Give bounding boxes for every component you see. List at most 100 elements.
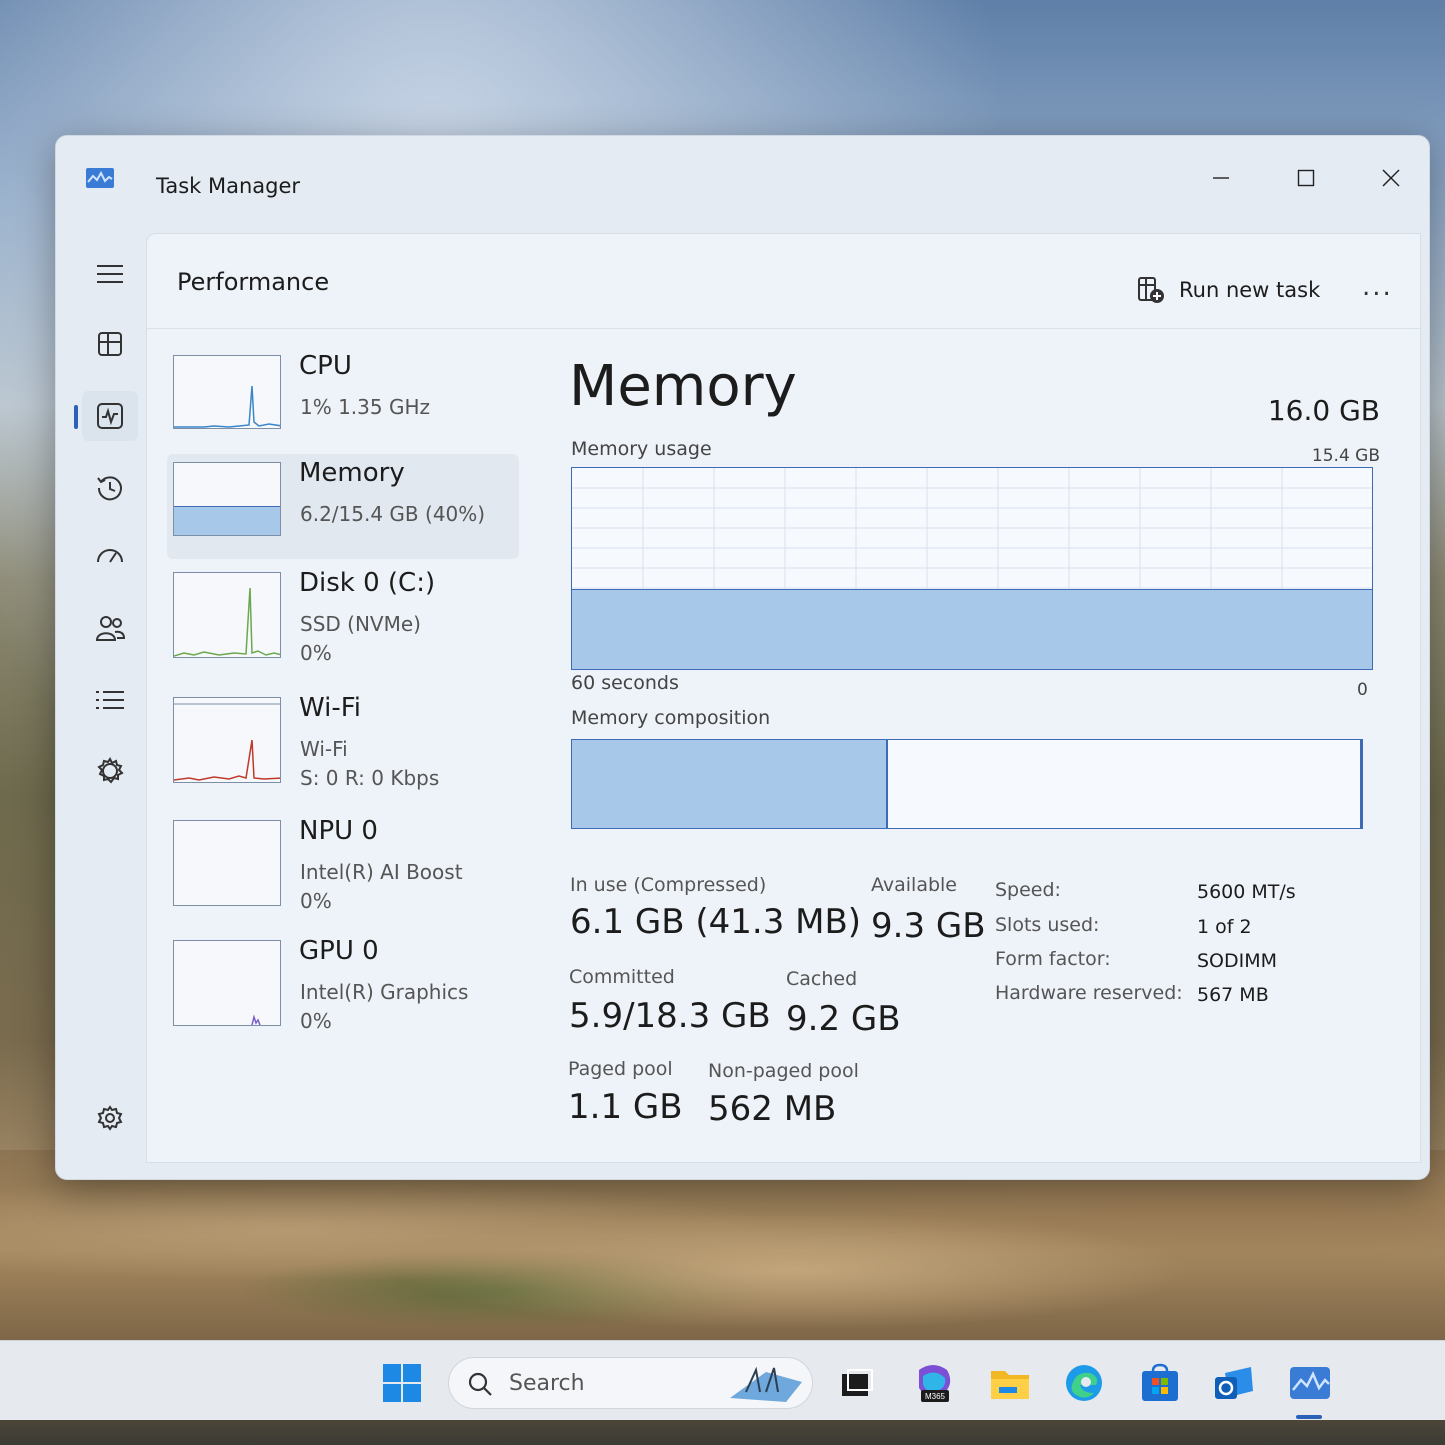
maximize-button[interactable] [1276,158,1336,198]
task-manager-taskbar-icon [1290,1367,1330,1399]
memory-usage-graph [571,467,1373,670]
available-value: 9.3 GB [871,906,986,946]
in-use-label: In use (Compressed) [570,874,767,896]
committed-label: Committed [569,966,675,988]
gpu-sparkline [251,1014,261,1025]
slots-used-value: 1 of 2 [1197,916,1252,938]
maximize-icon [1297,169,1315,187]
close-button[interactable] [1361,158,1421,198]
search-highlight-icon [730,1366,802,1402]
nav-processes[interactable] [82,319,138,369]
resource-disk[interactable]: Disk 0 (C:) SSD (NVMe) 0% [167,564,519,669]
memory-title: Memory [569,354,797,419]
resource-detail: SSD (NVMe) [300,612,421,636]
cached-value: 9.2 GB [786,999,901,1039]
hamburger-menu-icon [97,265,123,283]
file-explorer-icon [991,1371,1029,1399]
resource-detail: Intel(R) AI Boost [300,860,463,884]
wallpaper-cliffs [0,1150,1445,1350]
form-factor-label: Form factor: [995,948,1111,970]
file-explorer-button[interactable] [988,1361,1032,1405]
memory-total: 16.0 GB [1267,394,1380,427]
nav-app-history[interactable] [82,463,138,513]
resource-wifi[interactable]: Wi-Fi Wi-Fi S: 0 R: 0 Kbps [167,689,519,794]
run-new-task-label: Run new task [1179,278,1321,302]
minimize-button[interactable] [1191,158,1251,198]
graph-timespan-label: 60 seconds [571,672,679,694]
title-bar[interactable]: Task Manager [56,136,1429,231]
cpu-sparkline [174,385,280,428]
non-paged-pool-label: Non-paged pool [708,1060,859,1082]
task-view-button[interactable] [835,1361,879,1405]
resource-name: Disk 0 (C:) [299,568,436,598]
memory-thumbnail-fill [174,506,280,535]
resource-usage: 0% [300,641,332,665]
nav-services[interactable] [82,746,138,796]
navigation-rail [74,231,146,1161]
resource-usage: 0% [300,889,332,913]
memory-usage-max: 15.4 GB [1311,446,1380,466]
performance-icon [97,403,123,429]
task-manager-app-icon [86,168,114,188]
resource-npu[interactable]: NPU 0 Intel(R) AI Boost 0% [167,812,519,917]
resource-gpu[interactable]: GPU 0 Intel(R) Graphics 0% [167,932,519,1037]
slots-used-label: Slots used: [995,914,1100,936]
m365-icon: M365 [919,1365,951,1402]
non-paged-pool-value: 562 MB [708,1089,837,1129]
search-icon [468,1372,492,1396]
start-button[interactable] [380,1361,424,1405]
paged-pool-label: Paged pool [568,1058,673,1080]
committed-value: 5.9/18.3 GB [569,996,771,1036]
services-icon [97,757,124,784]
resource-detail: Wi-Fi [300,737,348,761]
performance-page: Performance Run new task ... CPU 1% 1.35… [146,233,1421,1163]
taskbar-search-box[interactable]: Search [448,1357,813,1409]
nav-performance[interactable] [74,391,138,441]
cached-label: Cached [786,968,858,990]
page-header: Performance Run new task ... [147,234,1420,329]
hardware-reserved-value: 567 MB [1197,984,1269,1006]
edge-icon [1066,1365,1102,1401]
outlook-icon [1215,1367,1253,1399]
hamburger-menu-button[interactable] [82,249,138,299]
windows-logo-icon [383,1364,421,1402]
memory-thumbnail-graph [173,462,281,536]
nav-details[interactable] [82,675,138,725]
speed-value: 5600 MT/s [1197,881,1296,903]
form-factor-value: SODIMM [1197,950,1278,972]
task-manager-window: Task Manager Performance Run new task ..… [55,135,1430,1180]
available-label: Available [871,874,958,896]
memory-composition-bar [571,739,1363,829]
nav-startup-apps[interactable] [82,533,138,583]
active-app-indicator [1296,1415,1322,1419]
page-title: Performance [177,268,330,296]
wifi-sparkline [174,703,280,781]
task-manager-taskbar-button[interactable] [1288,1361,1332,1405]
m365-copilot-button[interactable]: M365 [912,1361,956,1405]
resource-detail: 6.2/15.4 GB (40%) [300,502,486,526]
taskbar: Search M365 [0,1340,1445,1420]
paged-pool-value: 1.1 GB [568,1087,683,1127]
gpu-thumbnail-graph [173,940,281,1026]
hardware-reserved-label: Hardware reserved: [995,982,1183,1004]
resource-memory[interactable]: Memory 6.2/15.4 GB (40%) [167,454,519,559]
composition-in-use[interactable] [572,740,888,828]
run-new-task-button[interactable]: Run new task [1137,276,1320,304]
resource-usage: 0% [300,1009,332,1033]
nav-settings[interactable] [82,1093,138,1143]
resource-name: NPU 0 [299,816,378,846]
speed-label: Speed: [995,879,1061,901]
more-options-button[interactable]: ... [1362,272,1393,302]
m365-badge: M365 [925,1392,946,1401]
microsoft-store-button[interactable] [1138,1361,1182,1405]
resource-name: GPU 0 [299,936,379,966]
memory-usage-fill [572,588,1372,669]
edge-browser-button[interactable] [1062,1361,1106,1405]
nav-users[interactable] [82,603,138,653]
app-history-icon [97,476,122,501]
composition-available[interactable] [888,740,1362,828]
outlook-button[interactable] [1212,1361,1256,1405]
settings-icon [97,1105,123,1131]
users-icon [95,616,125,641]
resource-cpu[interactable]: CPU 1% 1.35 GHz [167,347,519,452]
